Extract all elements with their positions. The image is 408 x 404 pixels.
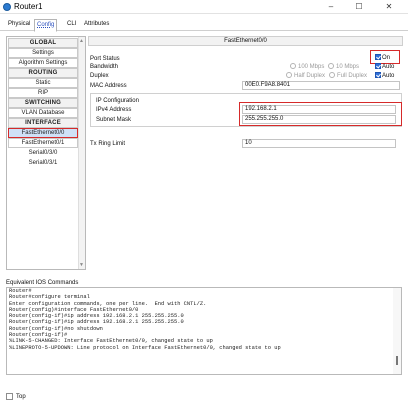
tab-config[interactable]: Config [34, 19, 58, 32]
scroll-down-icon[interactable]: ▼ [78, 262, 85, 268]
port-status-label: Port Status [90, 56, 120, 62]
on-label: On [382, 55, 391, 61]
checkbox-checked-icon [375, 63, 381, 69]
bandwidth-10-radio[interactable]: 10 Mbps [328, 63, 359, 71]
sidebar-item-serial0-3-0[interactable]: Serial0/3/0 [8, 148, 78, 158]
top-checkbox[interactable] [6, 393, 13, 400]
subnet-mask-input[interactable]: 255.255.255.0 [242, 115, 396, 124]
sidebar-item-fastethernet0-0[interactable]: FastEthernet0/0 [8, 128, 78, 138]
sidebar-scrollbar[interactable]: ▲ ▼ [78, 37, 85, 269]
console-line: %LINEPROTO-5-UPDOWN: Line protocol on In… [9, 344, 281, 351]
tab-cli[interactable]: CLI [65, 19, 78, 31]
ios-console[interactable]: Router# Router#configure terminal Enter … [6, 287, 402, 375]
panel-title: FastEthernet0/0 [88, 36, 403, 46]
ios-commands-label: Equivalent IOS Commands [6, 280, 79, 286]
bandwidth-auto-checkbox[interactable]: Auto [375, 63, 394, 71]
scroll-up-icon[interactable]: ▲ [78, 38, 85, 44]
interface-config-panel: FastEthernet0/0 Port Status On Bandwidth… [88, 36, 403, 270]
window-title: Router1 [14, 2, 43, 11]
sidebar-header-global: GLOBAL [8, 38, 78, 48]
bandwidth-label: Bandwidth [90, 64, 119, 70]
duplex-auto-label: Auto [382, 73, 395, 79]
sidebar-item-fastethernet0-1[interactable]: FastEthernet0/1 [8, 138, 78, 148]
sidebar-header-routing: ROUTING [8, 68, 78, 78]
port-status-on-toggle[interactable]: On [375, 54, 390, 62]
tx-ring-limit-label: Tx Ring Limit [90, 141, 126, 147]
top-label: Top [16, 394, 26, 400]
duplex-auto-checkbox[interactable]: Auto [375, 72, 394, 80]
sidebar: ▲ ▼ GLOBAL Settings Algorithm Settings R… [6, 36, 86, 270]
half-duplex-radio[interactable]: Half Duplex [286, 72, 325, 80]
duplex-label: Duplex [90, 73, 109, 79]
bw-auto-label: Auto [382, 64, 395, 70]
sidebar-header-switching: SWITCHING [8, 98, 78, 108]
tab-physical[interactable]: Physical [6, 19, 32, 31]
router-app-icon [3, 3, 11, 11]
mac-address-label: MAC Address [90, 83, 127, 89]
ipv4-address-label: IPv4 Address [96, 107, 132, 113]
tab-attributes[interactable]: Attributes [82, 19, 111, 31]
sidebar-item-vlan-database[interactable]: VLAN Database [8, 108, 78, 118]
close-button[interactable]: ✕ [377, 0, 401, 14]
sidebar-item-serial0-3-1[interactable]: Serial0/3/1 [8, 158, 78, 168]
radio-icon [328, 63, 334, 69]
title-bar: Router1 – ☐ ✕ [0, 0, 408, 14]
sidebar-item-rip[interactable]: RIP [8, 88, 78, 98]
console-scrollbar[interactable] [393, 288, 401, 374]
sidebar-header-interface: INTERFACE [8, 118, 78, 128]
sidebar-item-algorithm-settings[interactable]: Algorithm Settings [8, 58, 78, 68]
ip-configuration-label: IP Configuration [96, 98, 139, 104]
tab-config-label: Config [37, 22, 55, 28]
console-scroll-thumb[interactable] [396, 356, 398, 365]
minimize-button[interactable]: – [319, 0, 343, 14]
bandwidth-100-radio[interactable]: 100 Mbps [290, 63, 324, 71]
mac-address-field[interactable]: 00E0.F9A8.8401 [242, 81, 400, 90]
radio-icon [286, 72, 292, 78]
bw-100-label: 100 Mbps [298, 64, 325, 70]
tab-bar: Physical Config CLI Attributes [0, 14, 408, 32]
ipv4-address-input[interactable]: 192.168.2.1 [242, 105, 396, 114]
full-duplex-radio[interactable]: Full Duplex [329, 72, 367, 80]
sidebar-item-settings[interactable]: Settings [8, 48, 78, 58]
maximize-button[interactable]: ☐ [347, 0, 371, 14]
checkbox-checked-icon [375, 72, 381, 78]
full-duplex-label: Full Duplex [337, 73, 368, 79]
radio-icon [329, 72, 335, 78]
radio-icon [290, 63, 296, 69]
sidebar-item-static[interactable]: Static [8, 78, 78, 88]
bw-10-label: 10 Mbps [336, 64, 360, 70]
checkbox-checked-icon [375, 54, 381, 60]
half-duplex-label: Half Duplex [294, 73, 326, 79]
subnet-mask-label: Subnet Mask [96, 117, 132, 123]
tx-ring-limit-input[interactable]: 10 [242, 139, 396, 148]
